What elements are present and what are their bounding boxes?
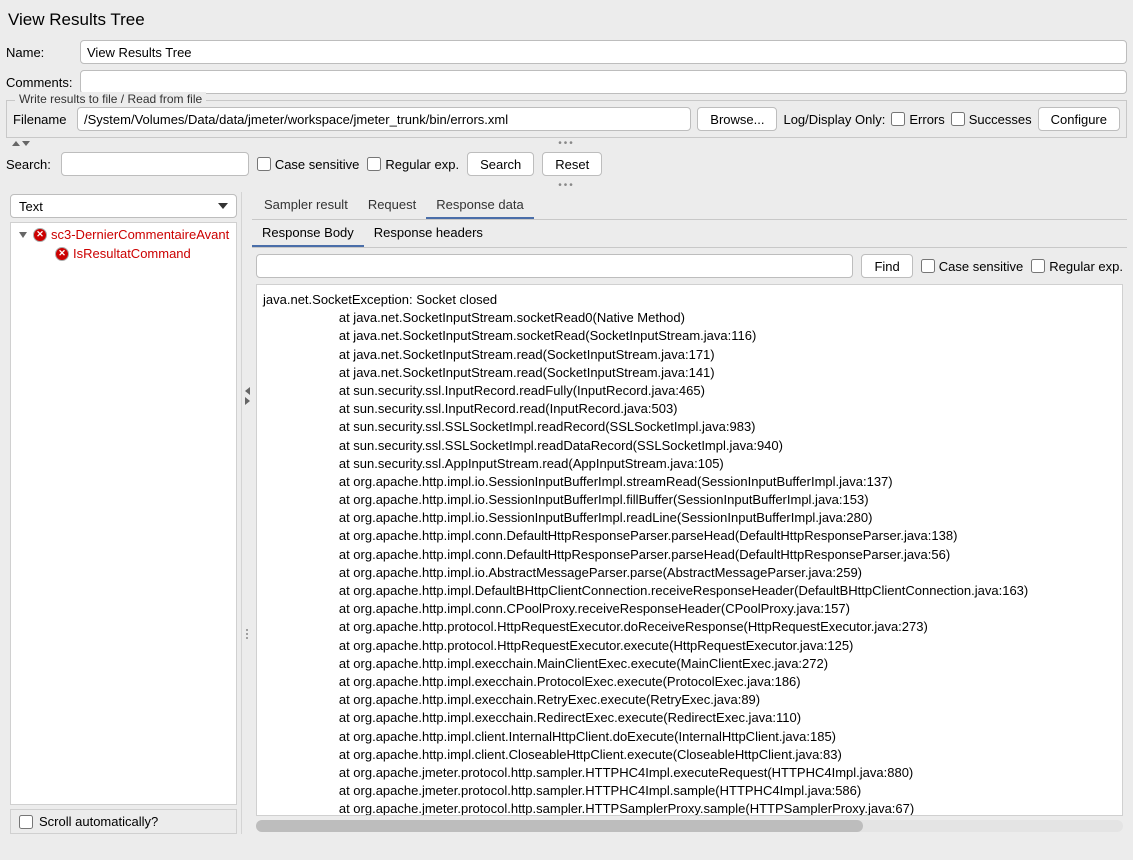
- response-body-text[interactable]: java.net.SocketException: Socket closed …: [256, 284, 1123, 816]
- successes-label: Successes: [969, 112, 1032, 127]
- tab-request[interactable]: Request: [358, 192, 426, 219]
- scrollbar-thumb[interactable]: [256, 820, 863, 832]
- browse-button[interactable]: Browse...: [697, 107, 777, 131]
- configure-button[interactable]: Configure: [1038, 107, 1120, 131]
- find-case-checkbox[interactable]: [921, 259, 935, 273]
- successes-checkbox[interactable]: [951, 112, 965, 126]
- main-tabs: Sampler result Request Response data: [252, 192, 1127, 220]
- find-input[interactable]: [256, 254, 853, 278]
- combo-value: Text: [19, 199, 43, 214]
- chevron-down-icon: [218, 203, 228, 209]
- file-legend: Write results to file / Read from file: [15, 92, 206, 106]
- sub-tabs: Response Body Response headers: [252, 220, 1127, 248]
- splitter-horizontal-1[interactable]: •••: [6, 138, 1127, 148]
- find-case-label: Case sensitive: [939, 259, 1024, 274]
- tree-node-label: IsResultatCommand: [73, 246, 191, 261]
- logdisplay-label: Log/Display Only:: [783, 112, 885, 127]
- splitter-horizontal-2[interactable]: •••: [6, 180, 1127, 190]
- name-input[interactable]: [80, 40, 1127, 64]
- reset-button[interactable]: Reset: [542, 152, 602, 176]
- results-tree[interactable]: ✕ sc3-DernierCommentaireAvant ✕ IsResult…: [10, 222, 237, 805]
- grip-icon: [246, 629, 248, 631]
- search-case-label: Case sensitive: [275, 157, 360, 172]
- search-input[interactable]: [61, 152, 249, 176]
- error-icon: ✕: [55, 247, 69, 261]
- tab-sampler-result[interactable]: Sampler result: [254, 192, 358, 219]
- disclosure-icon[interactable]: [19, 232, 27, 238]
- subtab-response-body[interactable]: Response Body: [252, 220, 364, 247]
- scroll-auto-label: Scroll automatically?: [39, 814, 158, 829]
- triangle-left-icon: [245, 387, 250, 395]
- search-label: Search:: [6, 157, 51, 172]
- errors-label: Errors: [909, 112, 944, 127]
- subtab-response-headers[interactable]: Response headers: [364, 220, 493, 247]
- filename-label: Filename: [13, 112, 71, 127]
- tree-node[interactable]: ✕ sc3-DernierCommentaireAvant: [13, 225, 234, 244]
- splitter-vertical[interactable]: [242, 192, 252, 834]
- error-icon: ✕: [33, 228, 47, 242]
- search-regex-checkbox[interactable]: [367, 157, 381, 171]
- search-button[interactable]: Search: [467, 152, 534, 176]
- file-fieldset: Write results to file / Read from file F…: [6, 100, 1127, 138]
- errors-checkbox[interactable]: [891, 112, 905, 126]
- page-title: View Results Tree: [6, 6, 1127, 40]
- grip-icon: [246, 633, 248, 635]
- grip-icon: [246, 637, 248, 639]
- grip-icon: •••: [558, 180, 575, 191]
- find-button[interactable]: Find: [861, 254, 912, 278]
- find-regex-label: Regular exp.: [1049, 259, 1123, 274]
- arrow-up-icon: [12, 141, 20, 146]
- name-label: Name:: [6, 45, 74, 60]
- horizontal-scrollbar[interactable]: [256, 820, 1123, 832]
- tab-response-data[interactable]: Response data: [426, 192, 533, 219]
- arrow-down-icon: [22, 141, 30, 146]
- search-regex-label: Regular exp.: [385, 157, 459, 172]
- comments-input[interactable]: [80, 70, 1127, 94]
- filename-input[interactable]: [77, 107, 691, 131]
- tree-node[interactable]: ✕ IsResultatCommand: [13, 244, 234, 263]
- triangle-right-icon: [245, 397, 250, 405]
- find-regex-checkbox[interactable]: [1031, 259, 1045, 273]
- tree-node-label: sc3-DernierCommentaireAvant: [51, 227, 229, 242]
- scroll-auto-checkbox[interactable]: [19, 815, 33, 829]
- renderer-combo[interactable]: Text: [10, 194, 237, 218]
- grip-icon: •••: [558, 138, 575, 149]
- comments-label: Comments:: [6, 75, 74, 90]
- search-case-checkbox[interactable]: [257, 157, 271, 171]
